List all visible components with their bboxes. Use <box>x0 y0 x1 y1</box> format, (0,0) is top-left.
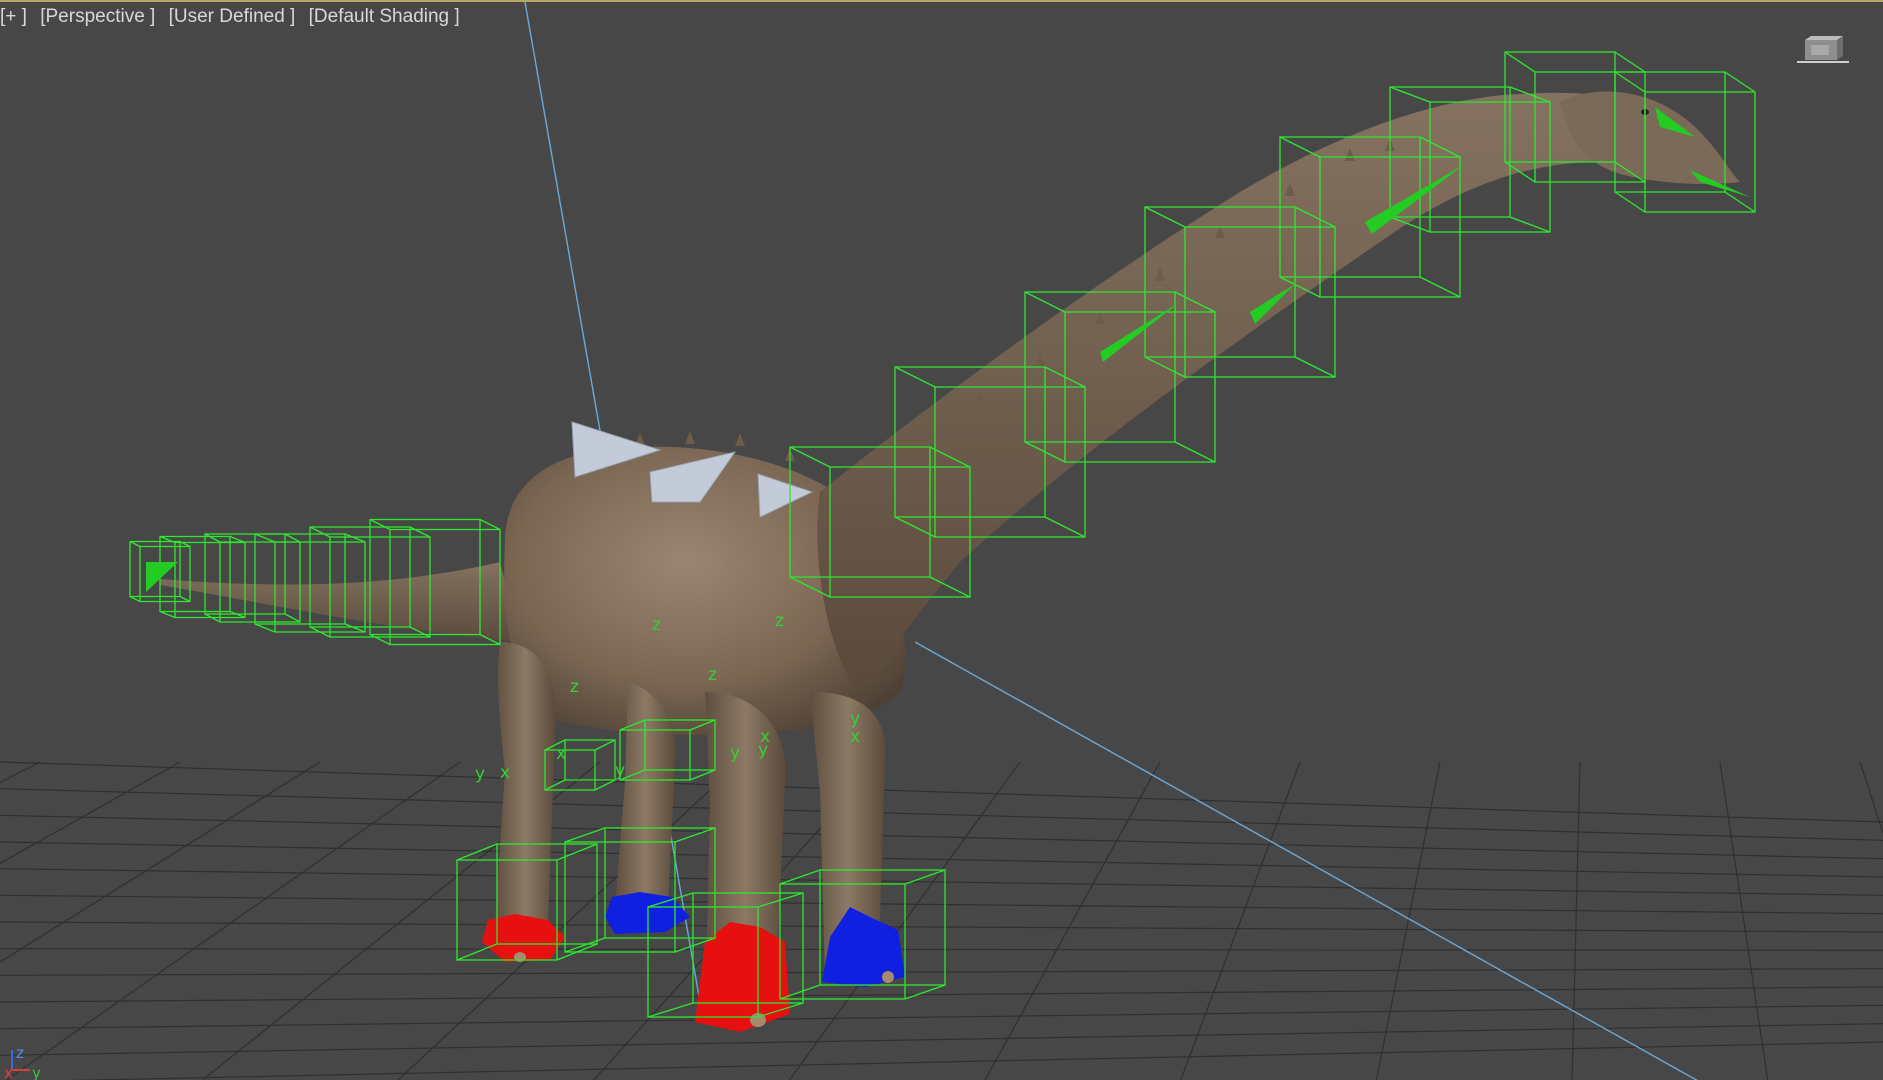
grid-line <box>0 761 1883 823</box>
grid-line <box>0 894 1883 915</box>
axis-marker: z <box>652 615 661 635</box>
grid-line <box>5 761 461 1080</box>
grid-line <box>1180 761 1301 1080</box>
axis-tripod-icon: z x y <box>4 1044 41 1080</box>
axis-marker: z <box>775 611 784 631</box>
tripod-z-label: z <box>16 1044 24 1062</box>
grid-line <box>1375 761 1441 1080</box>
grid-line <box>397 761 741 1080</box>
grid-line <box>0 948 1883 951</box>
axis-marker: z <box>708 665 717 685</box>
grid-line <box>0 761 321 963</box>
dino-tail <box>160 562 520 642</box>
axis-marker: x <box>760 727 770 747</box>
scene-canvas[interactable]: z zzzxxyy yyxxy z x y <box>0 2 1883 1080</box>
axis-marker: y <box>615 761 625 781</box>
shading-mode-button[interactable]: [Default Shading ] <box>309 6 460 27</box>
axis-marker: z <box>570 677 579 697</box>
grid-line <box>0 814 1883 860</box>
dorsal-spike <box>735 433 745 446</box>
view-type-button[interactable]: [Perspective ] <box>40 6 155 27</box>
axis-marker: y <box>850 709 860 729</box>
axis-marker: y <box>730 743 740 763</box>
axis-marker: x <box>850 727 860 747</box>
tripod-x-label: x <box>4 1064 13 1080</box>
grid-line <box>1719 761 1769 1080</box>
viewport-menu-button[interactable]: [+ ] <box>0 6 27 27</box>
grid-line <box>0 788 1883 841</box>
dino-head <box>1560 91 1740 185</box>
grid-line <box>0 986 1883 1003</box>
tripod-y-label: y <box>32 1064 41 1080</box>
dorsal-spike <box>685 431 695 444</box>
grid-line <box>0 968 1883 976</box>
perspective-viewport[interactable]: zzzzxxyyyyxxy z x y [+ ] [Perspective ] … <box>0 0 1883 1080</box>
grid-line <box>984 761 1161 1080</box>
grid-line <box>0 1023 1883 1056</box>
camera-mode-button[interactable]: [User Defined ] <box>169 6 296 27</box>
axis-marker: x <box>500 763 510 783</box>
bone-box[interactable] <box>204 533 301 623</box>
grid-line <box>0 868 1883 896</box>
axis-marker: x <box>556 744 566 764</box>
grid-line <box>1859 761 1883 835</box>
grid-line <box>0 1004 1883 1030</box>
grid-line <box>65 1041 1883 1080</box>
viewport-label-bar: [+ ] [Perspective ] [User Defined ] [Def… <box>0 6 468 28</box>
ground-grid <box>0 761 1883 1080</box>
grid-line <box>1571 761 1581 1080</box>
dino-neck <box>817 92 1650 693</box>
grid-line <box>0 761 181 865</box>
viewcube-icon[interactable] <box>1797 32 1849 66</box>
grid-line <box>0 921 1883 933</box>
bone-box[interactable] <box>159 535 246 619</box>
grid-line <box>0 761 41 784</box>
axis-marker: y <box>475 764 485 784</box>
